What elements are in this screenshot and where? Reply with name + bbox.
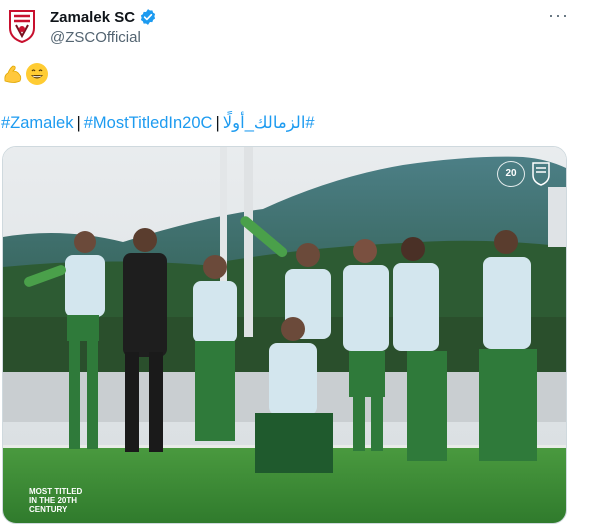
hashtag-link[interactable]: #MostTitledIn20C: [84, 114, 213, 132]
tweet-media-photo[interactable]: 20 MOST TITLED IN THE 20TH CENTURY: [2, 146, 567, 524]
hashtag-separator: |: [76, 114, 81, 132]
hashtag-link[interactable]: #Zamalek: [1, 114, 73, 132]
caption-line: MOST TITLED: [29, 487, 83, 496]
team-photo: [3, 147, 566, 523]
display-name[interactable]: Zamalek SC: [50, 9, 135, 26]
anniversary-badge: 20: [497, 161, 525, 187]
zamalek-logo-icon: [532, 162, 550, 186]
verified-badge-icon: [139, 8, 157, 26]
grinning-face-icon: [26, 63, 48, 85]
tweet-hashtags: #Zamalek | #MostTitledIn20C | #الزمالك_أولًا: [1, 113, 315, 133]
tweet-emoji-line: [2, 63, 48, 85]
caption-line: IN THE 20TH: [29, 496, 78, 505]
avatar[interactable]: [6, 8, 38, 44]
user-handle[interactable]: @ZSCOfficial: [50, 29, 141, 46]
author-name-row[interactable]: Zamalek SC: [50, 8, 157, 26]
hashtag-link[interactable]: #الزمالك_أولًا: [223, 114, 315, 132]
more-options-icon[interactable]: ···: [548, 6, 570, 26]
flexed-biceps-icon: [2, 63, 24, 85]
media-logos: 20: [497, 161, 551, 187]
hashtag-separator: |: [215, 114, 220, 132]
zamalek-crest-icon: [9, 10, 35, 44]
most-titled-caption: MOST TITLED IN THE 20TH CENTURY: [29, 487, 89, 514]
caption-line: CENTURY: [29, 505, 68, 514]
